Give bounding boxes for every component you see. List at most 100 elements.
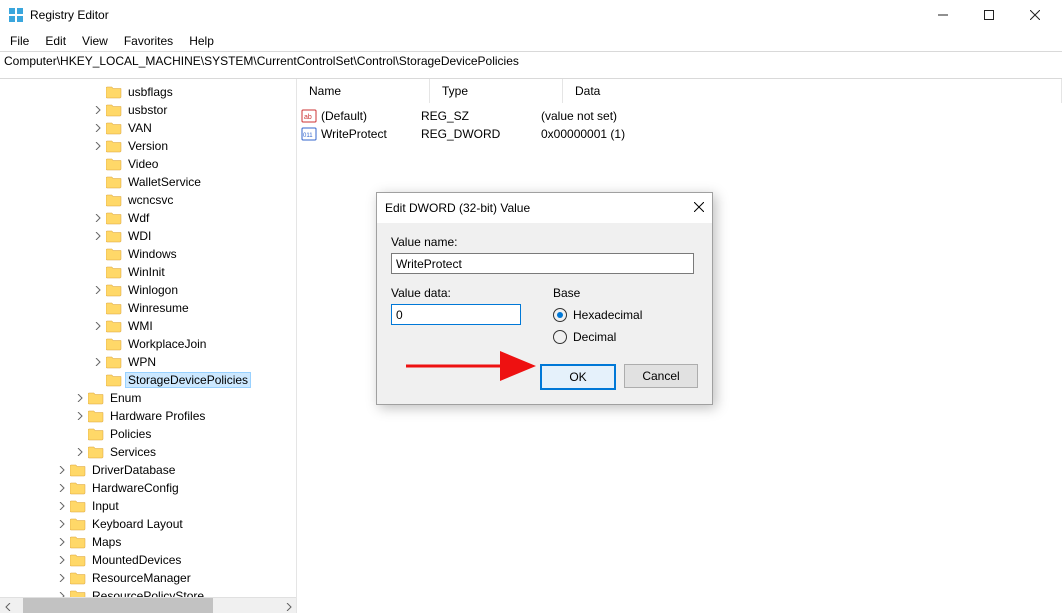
chevron-right-icon[interactable] [54, 551, 70, 569]
tree-node[interactable]: Services [0, 443, 296, 461]
radio-hexadecimal[interactable]: Hexadecimal [553, 306, 642, 324]
tree-label: Input [90, 499, 121, 513]
tree-node[interactable]: VAN [0, 119, 296, 137]
tree-label: ResourcePolicyStore [90, 589, 206, 597]
chevron-right-icon[interactable] [90, 137, 106, 155]
horizontal-scrollbar[interactable] [0, 597, 296, 613]
value-data-input[interactable] [391, 304, 521, 325]
chevron-right-icon[interactable] [54, 533, 70, 551]
tree-node[interactable]: Maps [0, 533, 296, 551]
folder-icon [88, 444, 104, 460]
tree-node[interactable]: Video [0, 155, 296, 173]
value-name-input[interactable] [391, 253, 694, 274]
tree-node[interactable]: WalletService [0, 173, 296, 191]
tree-label: WPN [126, 355, 158, 369]
address-bar[interactable]: Computer\HKEY_LOCAL_MACHINE\SYSTEM\Curre… [0, 51, 1062, 79]
tree-node[interactable]: Hardware Profiles [0, 407, 296, 425]
value-row[interactable]: 011WriteProtectREG_DWORD0x00000001 (1) [297, 125, 1062, 143]
col-name[interactable]: Name [297, 79, 430, 103]
chevron-right-icon[interactable] [72, 443, 88, 461]
app-icon [8, 7, 24, 23]
value-row[interactable]: ab(Default)REG_SZ(value not set) [297, 107, 1062, 125]
tree-node[interactable]: WMI [0, 317, 296, 335]
chevron-right-icon[interactable] [54, 461, 70, 479]
tree-node[interactable]: StorageDevicePolicies [0, 371, 296, 389]
tree[interactable]: usbflags usbstor VAN Version Video WalletServ… [0, 79, 296, 597]
dialog-close-button[interactable] [694, 201, 704, 215]
tree-node[interactable]: DriverDatabase [0, 461, 296, 479]
folder-icon [70, 498, 86, 514]
radio-decimal[interactable]: Decimal [553, 328, 642, 346]
chevron-right-icon[interactable] [54, 497, 70, 515]
ok-button[interactable]: OK [540, 364, 616, 390]
dialog-titlebar[interactable]: Edit DWORD (32-bit) Value [377, 193, 712, 223]
tree-label: Windows [126, 247, 179, 261]
tree-label: WMI [126, 319, 155, 333]
folder-icon [106, 120, 122, 136]
tree-label: VAN [126, 121, 154, 135]
tree-node[interactable]: usbstor [0, 101, 296, 119]
tree-label: MountedDevices [90, 553, 183, 567]
menu-favorites[interactable]: Favorites [116, 32, 181, 50]
cancel-button[interactable]: Cancel [624, 364, 698, 388]
tree-node[interactable]: WinInit [0, 263, 296, 281]
tree-node[interactable]: Winlogon [0, 281, 296, 299]
chevron-right-icon[interactable] [90, 119, 106, 137]
col-data[interactable]: Data [563, 79, 1062, 103]
col-type[interactable]: Type [430, 79, 563, 103]
tree-node[interactable]: Windows [0, 245, 296, 263]
chevron-right-icon[interactable] [54, 587, 70, 597]
radio-icon [553, 330, 567, 344]
menu-view[interactable]: View [74, 32, 116, 50]
tree-node[interactable]: Enum [0, 389, 296, 407]
chevron-right-icon[interactable] [90, 227, 106, 245]
chevron-right-icon[interactable] [54, 569, 70, 587]
tree-label: usbstor [126, 103, 169, 117]
value-data: 0x00000001 (1) [541, 127, 1062, 141]
tree-node[interactable]: ResourceManager [0, 569, 296, 587]
folder-icon [106, 84, 122, 100]
folder-icon [106, 210, 122, 226]
tree-node[interactable]: Wdf [0, 209, 296, 227]
chevron-right-icon[interactable] [90, 281, 106, 299]
tree-node[interactable]: Policies [0, 425, 296, 443]
scroll-right-button[interactable] [279, 598, 296, 613]
chevron-right-icon[interactable] [90, 317, 106, 335]
scroll-thumb[interactable] [23, 598, 213, 613]
chevron-right-icon[interactable] [54, 515, 70, 533]
value-data-label: Value data: [391, 286, 521, 300]
folder-icon [88, 408, 104, 424]
chevron-right-icon[interactable] [54, 479, 70, 497]
tree-node[interactable]: HardwareConfig [0, 479, 296, 497]
folder-icon [106, 246, 122, 262]
menu-edit[interactable]: Edit [37, 32, 74, 50]
tree-node[interactable]: Input [0, 497, 296, 515]
tree-node[interactable]: usbflags [0, 83, 296, 101]
tree-node[interactable]: Keyboard Layout [0, 515, 296, 533]
tree-node[interactable]: MountedDevices [0, 551, 296, 569]
tree-node[interactable]: ResourcePolicyStore [0, 587, 296, 597]
menu-help[interactable]: Help [181, 32, 222, 50]
tree-node[interactable]: WDI [0, 227, 296, 245]
close-button[interactable] [1012, 0, 1058, 30]
chevron-right-icon[interactable] [72, 407, 88, 425]
scroll-left-button[interactable] [0, 598, 17, 613]
folder-icon [70, 480, 86, 496]
chevron-right-icon[interactable] [90, 209, 106, 227]
folder-icon [70, 552, 86, 568]
tree-node[interactable]: WPN [0, 353, 296, 371]
tree-label: Hardware Profiles [108, 409, 207, 423]
tree-label: WalletService [126, 175, 203, 189]
tree-node[interactable]: WorkplaceJoin [0, 335, 296, 353]
maximize-button[interactable] [966, 0, 1012, 30]
menu-file[interactable]: File [2, 32, 37, 50]
menubar: File Edit View Favorites Help [0, 30, 1062, 51]
tree-node[interactable]: Winresume [0, 299, 296, 317]
tree-label: Version [126, 139, 170, 153]
minimize-button[interactable] [920, 0, 966, 30]
chevron-right-icon[interactable] [90, 101, 106, 119]
tree-node[interactable]: Version [0, 137, 296, 155]
chevron-right-icon[interactable] [90, 353, 106, 371]
tree-node[interactable]: wcncsvc [0, 191, 296, 209]
chevron-right-icon[interactable] [72, 389, 88, 407]
